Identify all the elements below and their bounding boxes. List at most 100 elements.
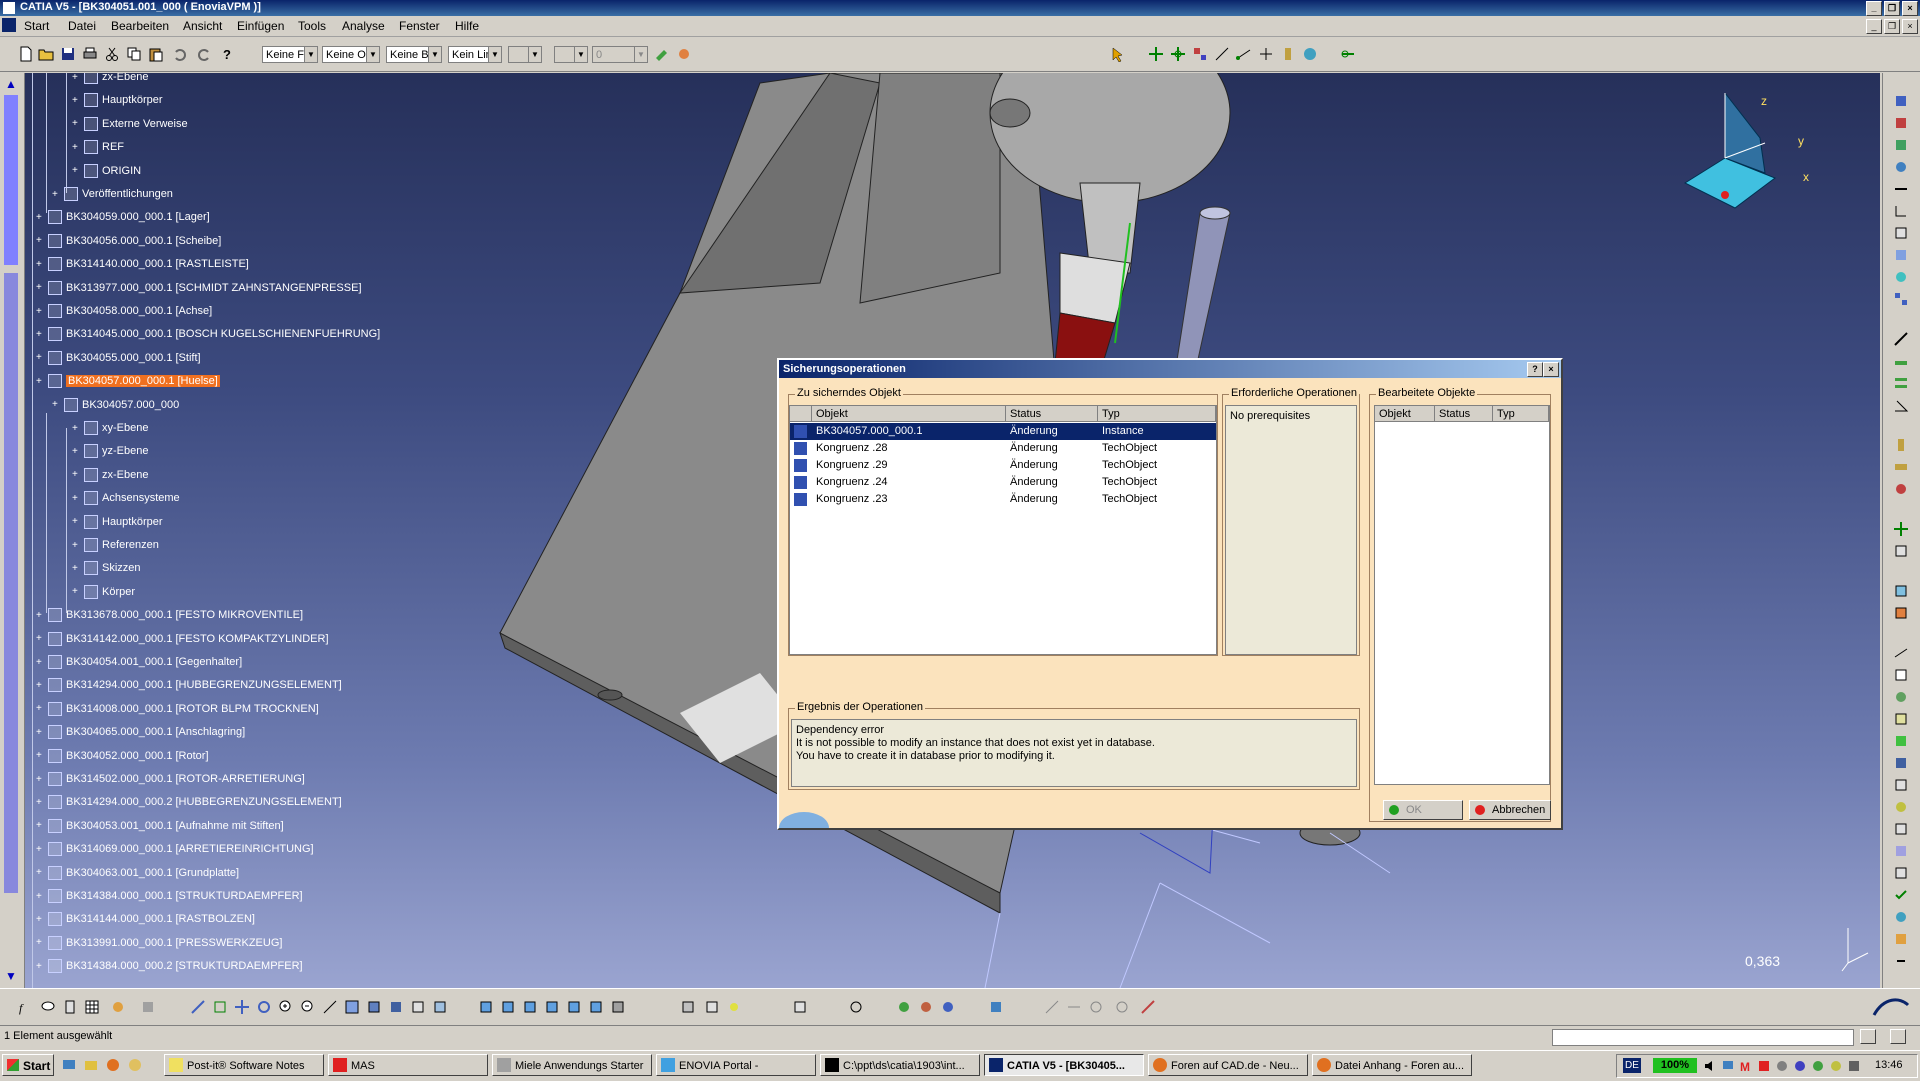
- menu-fenster[interactable]: Fenster: [399, 19, 440, 33]
- zoom-indicator[interactable]: 100%: [1653, 1058, 1697, 1073]
- publication-icon[interactable]: [1893, 777, 1909, 793]
- light-icon[interactable]: [726, 999, 742, 1015]
- multi-instantiation-icon[interactable]: [1893, 291, 1909, 307]
- tree-expand-icon[interactable]: +: [36, 657, 44, 668]
- insert-part-icon[interactable]: [1893, 137, 1909, 153]
- doc-restore-button[interactable]: ❐: [1884, 19, 1900, 34]
- save-icon[interactable]: [60, 46, 76, 62]
- tree-expand-icon[interactable]: +: [52, 399, 60, 410]
- design-table-grid-icon[interactable]: [84, 999, 100, 1015]
- tree-expand-icon[interactable]: +: [72, 493, 80, 504]
- menu-analyse[interactable]: Analyse: [342, 19, 385, 33]
- law-icon[interactable]: [1893, 843, 1909, 859]
- fix-component-icon[interactable]: [1893, 437, 1909, 453]
- tree-expand-icon[interactable]: +: [72, 516, 80, 527]
- normal-view-icon[interactable]: [322, 999, 338, 1015]
- formula-icon[interactable]: [1893, 821, 1909, 837]
- tools-option-icon[interactable]: [1114, 999, 1130, 1015]
- processed-header-objekt[interactable]: Objekt: [1375, 406, 1435, 422]
- task-miele-starter[interactable]: Miele Anwendungs Starter: [492, 1054, 652, 1076]
- tree-expand-icon[interactable]: +: [36, 329, 44, 340]
- tree-expand-icon[interactable]: +: [72, 469, 80, 480]
- status-btn-2[interactable]: [1890, 1029, 1906, 1044]
- column-header-typ[interactable]: Typ: [1098, 406, 1216, 422]
- tray-app3-icon[interactable]: [1811, 1059, 1825, 1073]
- layer-combo[interactable]: ▼: [554, 46, 588, 63]
- format-painter-icon[interactable]: [654, 46, 670, 62]
- tree-node[interactable]: + BK314294.000_000.2 [HUBBEGRENZUNGSELEME…: [36, 792, 342, 812]
- constraint-icon[interactable]: [1258, 46, 1274, 62]
- text-annotation-icon[interactable]: [1893, 667, 1909, 683]
- menu-ansicht[interactable]: Ansicht: [183, 19, 222, 33]
- tree-node[interactable]: + BK304059.000_000.1 [Lager]: [36, 207, 210, 227]
- reaction-icon[interactable]: [1893, 909, 1909, 925]
- doc-close-button[interactable]: ×: [1902, 19, 1918, 34]
- tree-expand-icon[interactable]: +: [36, 703, 44, 714]
- tree-node[interactable]: + Skizzen: [72, 558, 141, 578]
- measure-between-icon[interactable]: [1236, 46, 1252, 62]
- insert-product-icon[interactable]: [1893, 115, 1909, 131]
- bill-of-material-icon[interactable]: [1893, 711, 1909, 727]
- environment-icon[interactable]: [918, 999, 934, 1015]
- tree-expand-icon[interactable]: +: [72, 142, 80, 153]
- task-catia[interactable]: CATIA V5 - [BK30405...: [984, 1054, 1144, 1076]
- tree-expand-icon[interactable]: +: [36, 212, 44, 223]
- quicklaunch-explorer-icon[interactable]: [84, 1058, 98, 1072]
- right-view-icon[interactable]: [544, 999, 560, 1015]
- tree-expand-icon[interactable]: +: [36, 937, 44, 948]
- task-cad-forum-1[interactable]: Foren auf CAD.de - Neu...: [1148, 1054, 1308, 1076]
- processed-objects-list[interactable]: Objekt Status Typ: [1374, 405, 1550, 785]
- manage-representations-icon[interactable]: [1893, 269, 1909, 285]
- doc-minimize-button[interactable]: _: [1866, 19, 1882, 34]
- shading-with-edges-icon[interactable]: [610, 999, 626, 1015]
- ok-button[interactable]: OK: [1383, 800, 1463, 820]
- table-row[interactable]: Kongruenz .23 Änderung TechObject: [790, 491, 1216, 508]
- tree-expand-icon[interactable]: +: [36, 282, 44, 293]
- tree-expand-icon[interactable]: +: [36, 867, 44, 878]
- task-command-prompt[interactable]: C:\ppt\ds\catia\1903\int...: [820, 1054, 980, 1076]
- repair-icon[interactable]: [1140, 999, 1156, 1015]
- parameters-icon[interactable]: [1893, 931, 1909, 947]
- refresh-icon[interactable]: [848, 999, 864, 1015]
- window-titlebar[interactable]: CATIA V5 - [BK304051.001_000 ( EnoviaVPM…: [0, 0, 1920, 16]
- tray-app4-icon[interactable]: [1829, 1059, 1843, 1073]
- tree-node[interactable]: + BK304052.000_000.1 [Rotor]: [36, 746, 209, 766]
- offset-constraint-icon[interactable]: [1893, 375, 1909, 391]
- measure-icon[interactable]: [1214, 46, 1230, 62]
- tree-expand-icon[interactable]: +: [72, 446, 80, 457]
- table-row[interactable]: Kongruenz .29 Änderung TechObject: [790, 457, 1216, 474]
- tree-node[interactable]: + Hauptkörper: [72, 90, 163, 110]
- tree-node[interactable]: + xy-Ebene: [72, 418, 148, 438]
- layer-value-combo[interactable]: 0 ▼: [592, 46, 648, 63]
- compass-widget[interactable]: z y x: [1665, 93, 1825, 243]
- close-button[interactable]: ×: [1902, 1, 1918, 16]
- maximize-button[interactable]: ❐: [1884, 1, 1900, 16]
- left-view-icon[interactable]: [522, 999, 538, 1015]
- dialog-titlebar[interactable]: Sicherungsoperationen ? ×: [779, 360, 1561, 378]
- tree-scrollbar[interactable]: ▲ ▼: [0, 73, 25, 988]
- tree-node[interactable]: + Referenzen: [72, 535, 159, 555]
- tree-expand-icon[interactable]: +: [36, 750, 44, 761]
- distance-band-icon[interactable]: [704, 999, 720, 1015]
- turntable-icon[interactable]: [940, 999, 956, 1015]
- front-view-icon[interactable]: [478, 999, 494, 1015]
- tree-expand-icon[interactable]: +: [36, 914, 44, 925]
- sectioning-icon[interactable]: [1893, 583, 1909, 599]
- language-indicator[interactable]: DE: [1623, 1058, 1641, 1073]
- quicklaunch-desktop-icon[interactable]: [62, 1058, 76, 1072]
- operation-result-text[interactable]: Dependency error It is not possible to m…: [791, 719, 1357, 787]
- more-tools-icon[interactable]: [1893, 953, 1909, 969]
- fix-together-icon[interactable]: [1893, 459, 1909, 475]
- move-icon[interactable]: [1893, 521, 1909, 537]
- tree-node[interactable]: + BK304063.001_000.1 [Grundplatte]: [36, 863, 239, 883]
- processed-header-status[interactable]: Status: [1435, 406, 1493, 422]
- tree-scroll-up-button[interactable]: ▲: [2, 75, 20, 93]
- tree-node[interactable]: + BK304055.000_000.1 [Stift]: [36, 348, 201, 368]
- task-post-it[interactable]: Post-it® Software Notes: [164, 1054, 324, 1076]
- tree-node[interactable]: + BK304058.000_000.1 [Achse]: [36, 301, 212, 321]
- table-row[interactable]: Kongruenz .24 Änderung TechObject: [790, 474, 1216, 491]
- tree-node[interactable]: + BK314140.000_000.1 [RASTLEISTE]: [36, 254, 249, 274]
- objects-to-save-list[interactable]: Objekt Status Typ BK304057.000_000.1 Ände…: [789, 405, 1217, 655]
- tray-speaker-icon[interactable]: [1703, 1059, 1717, 1073]
- tray-antivirus-icon[interactable]: [1757, 1059, 1771, 1073]
